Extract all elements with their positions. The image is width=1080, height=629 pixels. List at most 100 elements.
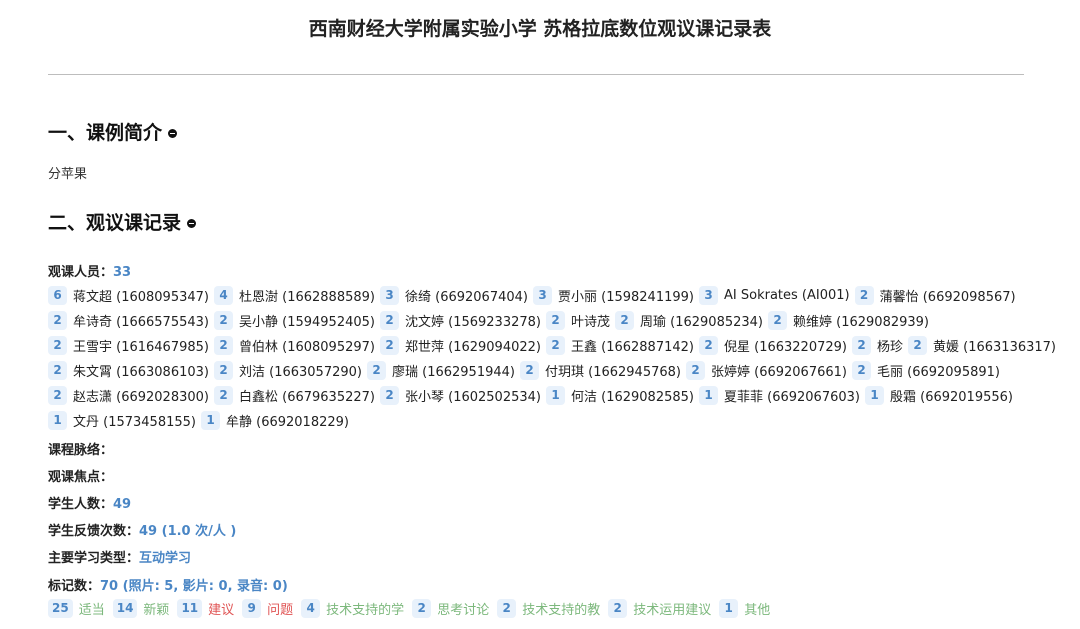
section-heading-label: 二、观议课记录: [48, 212, 182, 234]
observer-count-badge: 3: [533, 286, 552, 305]
tag-label[interactable]: 其他: [744, 599, 770, 618]
observer-name[interactable]: 沈文婷 (1569233278): [405, 311, 541, 330]
observer-count-badge: 2: [48, 336, 67, 355]
observer-count-badge: 6: [48, 286, 67, 305]
observer-name[interactable]: 叶诗茂: [571, 311, 610, 330]
observer-name[interactable]: 文丹 (1573458155): [73, 411, 196, 430]
page-title: 西南财经大学附属实验小学 苏格拉底数位观议课记录表: [308, 18, 772, 40]
tag-label[interactable]: 建议: [208, 599, 234, 618]
observers-count: 33: [113, 265, 132, 280]
observer-count-badge: 4: [214, 286, 233, 305]
tag-label[interactable]: 适当: [79, 599, 105, 618]
observer-count-badge: 2: [214, 336, 233, 355]
observer-name[interactable]: 贾小丽 (1598241199): [558, 286, 694, 305]
tag-count-badge: 25: [48, 599, 73, 618]
observer-count-badge: 2: [768, 311, 788, 330]
observer-count-badge: 2: [852, 336, 871, 355]
feedback-value: 49 (1.0 次/人 ): [139, 524, 237, 539]
observer-count-badge: 2: [852, 361, 871, 380]
observer-name[interactable]: 赖维婷 (1629082939): [793, 311, 929, 330]
observer-count-badge: 2: [48, 386, 67, 405]
observer-name[interactable]: 朱文霄 (1663086103): [73, 361, 209, 380]
tag-summary: 25 适当 14 新颖 11 建议 9 问题 4 技术支持的学 2 思考讨论 2 技术支持的教 2 技术运用建…: [48, 599, 778, 618]
observer-name[interactable]: 王鑫 (1662887142): [571, 336, 694, 355]
observer-name[interactable]: 何洁 (1629082585): [571, 386, 694, 405]
observer-name[interactable]: 吴小静 (1594952405): [239, 311, 375, 330]
observer-name[interactable]: 王雪宇 (1616467985): [73, 336, 209, 355]
focus-label: 观课焦点：: [48, 470, 114, 485]
observer-name[interactable]: 周瑜 (1629085234): [640, 311, 763, 330]
tag-count-badge: 9: [242, 599, 262, 618]
students-line: 学生人数：49: [48, 493, 131, 512]
observer-name[interactable]: 曾伯林 (1608095297): [239, 336, 375, 355]
observer-count-badge: 2: [214, 386, 233, 405]
observers-line: 观课人员：33: [48, 261, 131, 280]
course-intro-text: 分苹果: [48, 167, 88, 182]
students-label: 学生人数：: [48, 497, 114, 512]
tag-label[interactable]: 新颖: [143, 599, 169, 618]
observer-count-badge: 2: [854, 286, 874, 305]
observer-count-badge: 1: [546, 386, 565, 405]
observer-name[interactable]: 毛丽 (6692095891): [877, 361, 1000, 380]
tag-count-badge: 2: [608, 599, 628, 618]
observer-name[interactable]: 张小琴 (1602502534): [405, 386, 541, 405]
observer-name[interactable]: 郑世萍 (1629094022): [405, 336, 541, 355]
observer-name[interactable]: 黄媛 (1663136317): [933, 336, 1056, 355]
tag-label[interactable]: 技术运用建议: [633, 599, 711, 618]
observer-name[interactable]: 蒲馨怡 (6692098567): [880, 286, 1016, 305]
observer-count-badge: 2: [214, 311, 233, 330]
observer-count-badge: 2: [214, 361, 233, 380]
observer-name[interactable]: 白鑫松 (6679635227): [239, 386, 375, 405]
observer-count-badge: 2: [380, 336, 399, 355]
tag-count-badge: 11: [177, 599, 203, 618]
section-course-intro: 一、课例简介: [48, 118, 178, 145]
observer-count-badge: 1: [865, 386, 884, 405]
observer-row: 6 蒋文超 (1608095347) 4 杜恩澍 (1662888589) 3 徐绮 (6…: [48, 283, 1038, 308]
observer-name[interactable]: 赵志潇 (6692028300): [73, 386, 209, 405]
observer-name[interactable]: 夏菲菲 (6692067603): [724, 386, 860, 405]
section-heading-label: 一、课例简介: [48, 122, 163, 144]
observer-count-badge: 3: [380, 286, 399, 305]
observer-name[interactable]: 付玥琪 (1662945768): [545, 361, 681, 380]
observer-count-badge: 1: [201, 411, 220, 430]
observer-count-badge: 2: [380, 311, 399, 330]
markers-line: 标记数：70 (照片: 5, 影片: 0, 录音: 0): [48, 575, 288, 594]
observer-name[interactable]: 刘洁 (1663057290): [239, 361, 362, 380]
observer-row: 1 文丹 (1573458155) 1 牟静 (6692018229): [48, 408, 1038, 433]
observer-count-badge: 2: [48, 311, 67, 330]
observer-row: 2 王雪宇 (1616467985) 2 曾伯林 (1608095297) 2 郑世萍 (…: [48, 333, 1056, 358]
learning-type-label: 主要学习类型：: [48, 551, 140, 566]
observer-count-badge: 2: [908, 336, 928, 355]
observer-count-badge: 2: [367, 361, 386, 380]
observer-count-badge: 1: [48, 411, 67, 430]
observer-name[interactable]: 廖瑞 (1662951944): [392, 361, 515, 380]
observer-name[interactable]: 殷霜 (6692019556): [890, 386, 1013, 405]
observer-name[interactable]: 倪星 (1663220729): [724, 336, 847, 355]
title-divider: [48, 74, 1024, 75]
tag-count-badge: 14: [112, 599, 138, 618]
tag-label[interactable]: 技术支持的学: [326, 599, 404, 618]
observer-name[interactable]: 牟诗奇 (1666575543): [73, 311, 209, 330]
observer-count-badge: 2: [48, 361, 67, 380]
focus-line: 观课焦点：: [48, 466, 113, 485]
observer-name[interactable]: AI Sokrates (AI001): [724, 288, 850, 303]
observer-name[interactable]: 牟静 (6692018229): [226, 411, 349, 430]
observer-count-badge: 2: [699, 336, 718, 355]
markers-value: 70 (照片: 5, 影片: 0, 录音: 0): [100, 579, 288, 594]
course-context-label: 课程脉络：: [48, 443, 114, 458]
tag-label[interactable]: 技术支持的教: [522, 599, 600, 618]
observer-name[interactable]: 蒋文超 (1608095347): [73, 286, 209, 305]
section-observation-record: 二、观议课记录: [48, 208, 197, 235]
learning-type-value: 互动学习: [139, 551, 192, 566]
observer-count-badge: 2: [546, 336, 565, 355]
observer-name[interactable]: 徐绮 (6692067404): [405, 286, 528, 305]
minus-circle-icon[interactable]: [187, 219, 197, 228]
observer-name[interactable]: 张婷婷 (6692067661): [711, 361, 847, 380]
markers-label: 标记数：: [48, 579, 101, 594]
observers-label: 观课人员：: [48, 265, 114, 280]
observer-name[interactable]: 杨珍: [877, 336, 903, 355]
tag-label[interactable]: 问题: [267, 599, 293, 618]
minus-circle-icon[interactable]: [168, 129, 178, 138]
tag-label[interactable]: 思考讨论: [437, 599, 489, 618]
observer-name[interactable]: 杜恩澍 (1662888589): [239, 286, 375, 305]
